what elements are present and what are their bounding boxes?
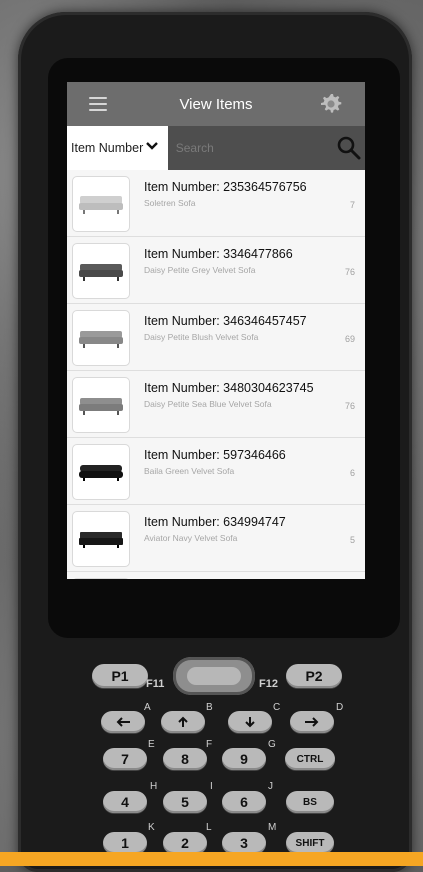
item-number: Item Number: 597346466	[144, 448, 286, 462]
search-bar: Item Number	[67, 126, 365, 170]
sofa-icon	[79, 264, 123, 281]
list-item[interactable]: Item Number: 597346466 Baila Green Velve…	[67, 438, 365, 505]
key-6[interactable]: 6	[222, 791, 266, 813]
app-screen: View Items Item Number Item Number: 2353…	[67, 82, 365, 579]
key-right[interactable]	[290, 711, 334, 733]
key-up[interactable]	[161, 711, 205, 733]
arrow-down-icon	[245, 717, 255, 728]
list-item[interactable]: Item Number: 3480304623745 Daisy Petite …	[67, 371, 365, 438]
sofa-icon	[79, 196, 123, 214]
item-quantity: 69	[344, 334, 355, 344]
item-number: Item Number: 634994747	[144, 515, 286, 529]
key-3[interactable]: 3	[222, 832, 266, 854]
item-number: Item Number: 3480304623745	[144, 381, 314, 395]
key-5[interactable]: 5	[163, 791, 207, 813]
item-quantity: 7	[349, 200, 355, 210]
key-p2[interactable]: P2	[286, 664, 342, 688]
item-name: Aviator Navy Velvet Sofa	[144, 533, 238, 543]
page-title: View Items	[179, 95, 253, 113]
item-name: Daisy Petite Blush Velvet Sofa	[144, 332, 259, 342]
item-name: Daisy Petite Sea Blue Velvet Sofa	[144, 399, 272, 409]
items-list: Item Number: 235364576756 Soletren Sofa …	[67, 170, 365, 579]
item-thumbnail	[72, 511, 130, 567]
item-number: Item Number: 346346457457	[144, 314, 307, 328]
sofa-icon	[79, 331, 123, 348]
list-item[interactable]: Item Number: 634994747 Aviator Navy Velv…	[67, 505, 365, 572]
key-p1[interactable]: P1	[92, 664, 148, 688]
item-quantity: 76	[344, 267, 355, 277]
item-name: Baila Green Velvet Sofa	[144, 466, 235, 476]
item-quantity: 76	[344, 401, 355, 411]
search-button[interactable]	[333, 126, 365, 170]
list-item[interactable]: Item Number: 346346457457 Daisy Petite B…	[67, 304, 365, 371]
list-item[interactable]: Item Number: 3346477866 Daisy Petite Gre…	[67, 237, 365, 304]
item-thumbnail	[72, 176, 130, 232]
item-thumbnail	[72, 243, 130, 299]
key-9[interactable]: 9	[222, 748, 266, 770]
arrow-up-icon	[178, 716, 188, 727]
search-icon	[337, 136, 361, 160]
chevron-down-icon	[145, 142, 158, 150]
key-4[interactable]: 4	[103, 791, 147, 813]
key-bs[interactable]: BS	[286, 791, 334, 813]
app-header: View Items	[67, 82, 365, 126]
key-7[interactable]: 7	[103, 748, 147, 770]
key-down[interactable]	[228, 711, 272, 733]
item-thumbnail	[72, 578, 130, 579]
key-shift[interactable]: SHIFT	[286, 832, 334, 854]
arrow-right-icon	[305, 717, 319, 727]
key-ctrl[interactable]: CTRL	[285, 748, 335, 770]
arrow-left-icon	[116, 717, 130, 727]
item-thumbnail	[72, 377, 130, 433]
list-item[interactable]: Item Number: 235364576756 Soletren Sofa …	[67, 170, 365, 237]
item-quantity: 5	[349, 535, 355, 545]
key-2[interactable]: 2	[163, 832, 207, 854]
list-item[interactable]	[67, 572, 365, 579]
item-thumbnail	[72, 444, 130, 500]
key-left[interactable]	[101, 711, 145, 733]
sofa-icon	[79, 398, 123, 415]
accent-strip	[0, 852, 423, 866]
item-number: Item Number: 235364576756	[144, 180, 307, 194]
gear-icon[interactable]	[319, 92, 343, 116]
item-name: Daisy Petite Grey Velvet Sofa	[144, 265, 256, 275]
key-8[interactable]: 8	[163, 748, 207, 770]
key-1[interactable]: 1	[103, 832, 147, 854]
search-input[interactable]	[167, 126, 333, 170]
sofa-icon	[79, 465, 123, 481]
menu-icon[interactable]	[89, 97, 107, 111]
item-number: Item Number: 3346477866	[144, 247, 293, 261]
item-thumbnail	[72, 310, 130, 366]
sofa-icon	[79, 532, 123, 548]
item-name: Soletren Sofa	[144, 198, 196, 208]
search-field-selected: Item Number	[71, 141, 144, 155]
item-quantity: 6	[349, 468, 355, 478]
search-field-select[interactable]: Item Number	[67, 126, 168, 170]
